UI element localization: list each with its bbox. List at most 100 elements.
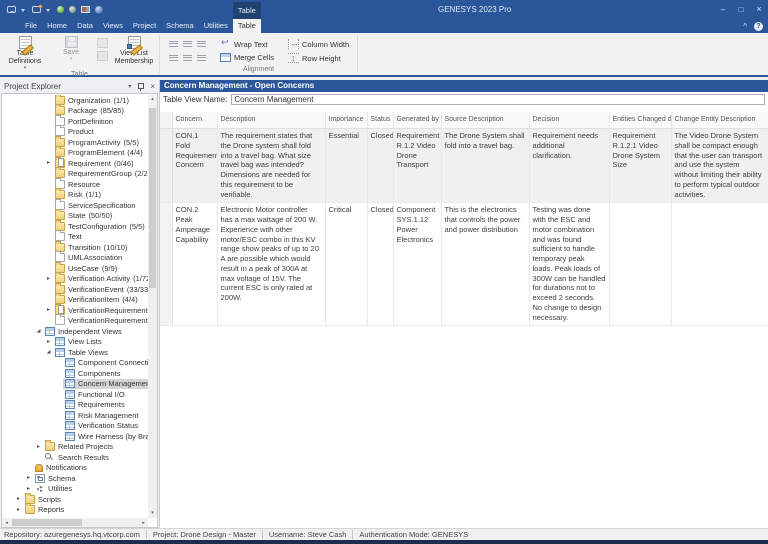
column-header-change-entity-description[interactable]: Change Entity Description [671,112,768,129]
cell-importance[interactable]: Critical [325,203,367,326]
merge-cells-button[interactable]: Merge Cells [220,53,274,62]
tree-item-state[interactable]: State(50/50) [2,211,148,222]
tree-item-body[interactable]: Requirements [63,400,127,411]
tree-item-body[interactable]: Package(85/85) [53,106,126,117]
column-header-status[interactable]: Status [367,112,393,129]
tree-item-schema[interactable]: Schema [2,473,148,484]
tree-item-notifications[interactable]: Notifications [2,463,148,474]
collapsed-arrow-icon[interactable] [44,305,53,315]
tree-item-body[interactable]: Functional I/O [63,389,127,400]
view-list-membership-button[interactable]: View List Membership [111,34,157,66]
vertical-scroll-thumb[interactable] [149,108,156,288]
tree-item-body[interactable]: Verification Activity(1/72) [53,274,148,285]
cell-importance[interactable]: Essential [325,129,367,203]
tab-project[interactable]: Project [128,19,161,33]
tree-item-search-results[interactable]: Search Results [2,452,148,463]
table-definitions-button[interactable]: Table Definitions [2,34,48,70]
ribbon-small-button-1[interactable] [97,38,108,48]
column-header-decision[interactable]: Decision [529,112,609,129]
table-view-name-input[interactable] [231,94,765,105]
tree-item-table-views[interactable]: Table Views [2,347,148,358]
column-header-source-description[interactable]: Source Description [441,112,529,129]
wrap-text-button[interactable]: Wrap Text [220,39,274,49]
tree-item-wire-harness-by-branch[interactable]: Wire Harness (by Branch) [2,431,148,442]
collapsed-arrow-icon[interactable] [44,337,53,347]
help-icon[interactable] [754,22,763,31]
tree-item-usecase[interactable]: UseCase(9/9) [2,263,148,274]
tree-item-body[interactable]: Independent Views [43,326,124,337]
tree-item-body[interactable]: Table Views [53,347,110,358]
close-button[interactable] [750,0,768,19]
collapsed-arrow-icon[interactable] [14,494,23,504]
cell-entities-changed-du[interactable]: Requirement R.1.2.1 Video Drone System S… [609,129,671,203]
tree-item-body[interactable]: Wire Harness (by Branch) [63,431,148,442]
tree-item-body[interactable]: VerificationEvent(33/33) [53,284,148,295]
tree-item-body[interactable]: Utilities [33,484,74,495]
tree-item-related-projects[interactable]: Related Projects [2,442,148,453]
tree-item-utilities[interactable]: Utilities [2,484,148,495]
gray-dot-icon[interactable] [69,6,76,13]
cell-source-description[interactable]: The Drone System shall fold into a trave… [441,129,529,203]
tree-item-resource[interactable]: Resource [2,179,148,190]
tree-item-product[interactable]: Product [2,127,148,138]
column-header-concern[interactable]: Concern [172,112,217,129]
bubble-icon[interactable] [7,6,16,13]
cell-status[interactable]: Closed [367,129,393,203]
cell-decision[interactable]: Testing was done with the ESC and motor … [529,203,609,326]
collapsed-arrow-icon[interactable] [34,442,43,452]
close-panel-icon[interactable] [150,82,155,91]
tree-item-functional-i-o[interactable]: Functional I/O [2,389,148,400]
tree-item-body[interactable]: Reports [23,505,66,516]
tree-item-body[interactable]: Requirement(0/46) [53,158,136,169]
tree-item-package[interactable]: Package(85/85) [2,106,148,117]
row-height-button[interactable]: Row Height [288,53,349,63]
tree-item-verificationevent[interactable]: VerificationEvent(33/33) [2,284,148,295]
caret-icon[interactable] [46,8,52,12]
cell-generated-by[interactable]: Component SYS.1.12 Power Electronics [393,203,441,326]
tree-item-requirement[interactable]: Requirement(0/46) [2,158,148,169]
collapsed-arrow-icon[interactable] [14,505,23,515]
tree-item-reports[interactable]: Reports [2,505,148,516]
column-header-entities-changed-du[interactable]: Entities Changed du... [609,112,671,129]
tree-item-body[interactable]: Component Connections [63,358,148,369]
tab-data[interactable]: Data [72,19,98,33]
tree-item-body[interactable]: ProgramActivity(5/5) [53,137,141,148]
expanded-arrow-icon[interactable] [44,347,53,357]
tree-item-verificationrequirement[interactable]: VerificationRequirement(0/57) [2,305,148,316]
tree-item-body[interactable]: UMLAssociation [53,253,124,264]
row-selector[interactable] [160,129,172,203]
cell-description[interactable]: Electronic Motor controller has a max wa… [217,203,325,326]
cell-decision[interactable]: Requirement needs additional clarificati… [529,129,609,203]
tag-icon[interactable] [32,6,41,13]
tree-item-view-lists[interactable]: View Lists [2,337,148,348]
tree-item-concern-management[interactable]: Concern Management [2,379,148,390]
scroll-left-icon[interactable] [2,520,11,526]
ribbon-small-button-2[interactable] [97,51,108,61]
tree-item-body[interactable]: VerificationRequirementGroup [53,316,148,327]
align-top-center-icon[interactable] [182,39,194,50]
horizontal-scroll-thumb[interactable] [12,519,82,526]
cell-description[interactable]: The requirement states that the Drone sy… [217,129,325,203]
tab-schema[interactable]: Schema [161,19,199,33]
align-top-left-icon[interactable] [168,39,180,50]
column-header-description[interactable]: Description [217,112,325,129]
tree-item-requirementgroup[interactable]: RequirementGroup(2/2) [2,169,148,180]
globe-icon[interactable] [95,6,103,14]
align-top-right-icon[interactable] [196,39,208,50]
tree-item-body[interactable]: Concern Management [63,379,148,390]
maximize-button[interactable] [732,0,750,19]
tree-item-transition[interactable]: Transition(10/10) [2,242,148,253]
tree-item-verification-activity[interactable]: Verification Activity(1/72) [2,274,148,285]
tree-item-body[interactable]: State(50/50) [53,211,114,222]
tree-item-organization[interactable]: Organization(1/1) [2,95,148,106]
align-bottom-right-icon[interactable] [196,52,208,63]
collapsed-arrow-icon[interactable] [44,274,53,284]
tree-item-component-connections[interactable]: Component Connections [2,358,148,369]
collapse-ribbon-icon[interactable] [743,22,747,31]
tree-item-umlassociation[interactable]: UMLAssociation [2,253,148,264]
cell-source-description[interactable]: This is the electronics that controls th… [441,203,529,326]
tree-item-body[interactable]: View Lists [53,337,104,348]
scroll-up-icon[interactable] [148,95,157,104]
cell-concern[interactable]: CON.2 Peak Amperage Capability [172,203,217,326]
green-dot-icon[interactable] [57,6,64,13]
